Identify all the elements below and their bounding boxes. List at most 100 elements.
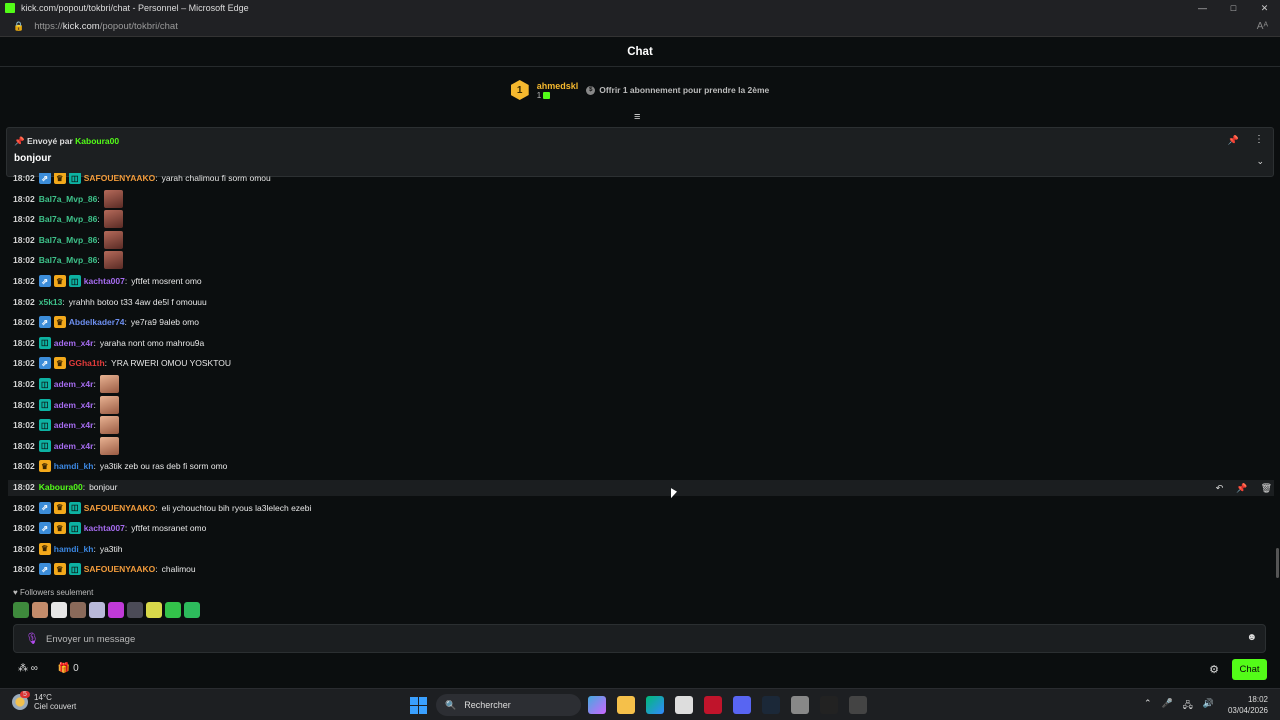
- copilot-icon[interactable]: [588, 696, 606, 714]
- chat-message-row[interactable]: 18:02 ⇗ ♛ ◫ kachta007: yftfet mosranet omo: [13, 520, 206, 536]
- chat-emote[interactable]: [99, 436, 119, 455]
- chat-emote[interactable]: [103, 230, 123, 249]
- file-explorer-icon[interactable]: [617, 696, 635, 714]
- vip-badge-icon[interactable]: ⇗: [38, 173, 51, 184]
- chat-message-row[interactable]: 18:02 ⇗ ♛ ◫ SAFOUENYAAKO: chalimou: [13, 561, 196, 577]
- volume-icon[interactable]: 🔊: [1203, 698, 1214, 714]
- crown-badge-icon[interactable]: ♛: [53, 275, 66, 287]
- pinned-author[interactable]: Kaboura00: [75, 136, 119, 146]
- message-username[interactable]: SAFOUENYAAKO: [84, 564, 155, 574]
- vip-badge-icon[interactable]: ⇗: [38, 316, 51, 329]
- vip-badge-icon[interactable]: ⇗: [38, 357, 51, 370]
- chat-message-row[interactable]: 18:02 ◫ adem_x4r:: [13, 416, 119, 435]
- message-username[interactable]: hamdi_kh: [54, 461, 94, 471]
- minimize-button[interactable]: —: [1187, 3, 1218, 14]
- message-username[interactable]: x5k13: [39, 297, 63, 307]
- emote-button[interactable]: [146, 602, 162, 618]
- emote-button[interactable]: [32, 602, 48, 618]
- read-aloud-icon[interactable]: Aᴬ: [1257, 21, 1268, 32]
- microphone-icon[interactable]: 🎙: [25, 632, 39, 645]
- chat-message-row[interactable]: 18:02 Bal7a_Mvp_86:: [13, 189, 123, 208]
- gifter-name[interactable]: ahmedskl: [537, 81, 579, 91]
- settings-app-icon[interactable]: [791, 696, 809, 714]
- chat-message-row[interactable]: 18:02 Bal7a_Mvp_86:: [13, 210, 123, 229]
- app-icon[interactable]: [849, 696, 867, 714]
- gifter-info[interactable]: ahmedskl 1: [537, 81, 579, 100]
- emote-button[interactable]: [70, 602, 86, 618]
- emote-button[interactable]: [13, 602, 29, 618]
- message-username[interactable]: Kaboura00: [39, 482, 83, 492]
- send-chat-button[interactable]: Chat: [1232, 659, 1267, 680]
- chat-message-row[interactable]: 18:02 ⇗ ♛ ◫ SAFOUENYAAKO: yarah chalimou fi s…: [13, 173, 271, 186]
- message-username[interactable]: kachta007: [84, 523, 125, 533]
- crown-badge-icon[interactable]: ♛: [53, 173, 66, 184]
- unpin-icon[interactable]: 📌: [1228, 135, 1239, 146]
- store-icon[interactable]: [675, 696, 693, 714]
- message-username[interactable]: Bal7a_Mvp_86: [39, 214, 98, 224]
- subscriber-badge-icon[interactable]: ◫: [68, 501, 81, 514]
- emote-picker-icon[interactable]: ☻: [1246, 632, 1257, 643]
- chat-message-row[interactable]: 18:02 ◫ adem_x4r:: [13, 395, 119, 414]
- subscriber-badge-icon[interactable]: ◫: [68, 173, 81, 184]
- chevron-down-icon[interactable]: ⌄: [1256, 156, 1264, 167]
- chat-message-row[interactable]: 18:02 ◫ adem_x4r: yaraha nont omo mahrou9a: [13, 335, 204, 351]
- more-options-icon[interactable]: ⋮: [1254, 134, 1264, 145]
- crown-badge-icon[interactable]: ♛: [53, 522, 66, 535]
- message-username[interactable]: Bal7a_Mvp_86: [39, 235, 98, 245]
- subscriber-badge-icon[interactable]: ◫: [68, 563, 81, 576]
- emote-button[interactable]: [127, 602, 143, 618]
- subscriber-badge-icon[interactable]: ◫: [38, 398, 51, 411]
- chat-scrollbar[interactable]: [1276, 548, 1279, 578]
- message-username[interactable]: hamdi_kh: [54, 544, 94, 554]
- address-bar[interactable]: 🔒 https://kick.com/popout/tokbri/chat Aᴬ: [0, 16, 1280, 37]
- subscriber-badge-icon[interactable]: ◫: [38, 419, 51, 432]
- maximize-button[interactable]: □: [1218, 3, 1249, 14]
- mic-tray-icon[interactable]: 🎤: [1162, 698, 1173, 714]
- crown-badge-icon[interactable]: ♛: [53, 563, 66, 576]
- chat-message-row[interactable]: 18:02 ♛ hamdi_kh: ya3tih: [13, 541, 123, 557]
- message-username[interactable]: SAFOUENYAAKO: [84, 503, 155, 513]
- chat-message-row[interactable]: 18:02 ◫ adem_x4r:: [13, 436, 119, 455]
- url-text[interactable]: https://kick.com/popout/tokbri/chat: [34, 21, 178, 32]
- crown-badge-icon[interactable]: ♛: [38, 542, 51, 555]
- gift-offer[interactable]: $ Offrir 1 abonnement pour prendre la 2è…: [586, 85, 769, 95]
- start-button[interactable]: [410, 697, 427, 714]
- message-username[interactable]: adem_x4r: [54, 338, 94, 348]
- chat-emote[interactable]: [103, 189, 123, 208]
- emote-button[interactable]: [89, 602, 105, 618]
- message-username[interactable]: Bal7a_Mvp_86: [39, 255, 98, 265]
- adobe-icon[interactable]: [704, 696, 722, 714]
- emote-button[interactable]: [165, 602, 181, 618]
- subscriber-badge-icon[interactable]: ◫: [38, 336, 51, 349]
- chat-emote[interactable]: [103, 251, 123, 270]
- chat-message-row[interactable]: 18:02 ⇗ ♛ ◫ SAFOUENYAAKO: eli ychouchtou bih …: [13, 500, 311, 516]
- chat-message-row[interactable]: 18:02 ♛ hamdi_kh: ya3tik zeb ou ras deb fi …: [13, 458, 227, 474]
- message-username[interactable]: kachta007: [84, 276, 125, 286]
- vip-badge-icon[interactable]: ⇗: [38, 522, 51, 535]
- kick-app-icon[interactable]: [820, 696, 838, 714]
- chat-emote[interactable]: [99, 416, 119, 435]
- message-username[interactable]: adem_x4r: [54, 400, 94, 410]
- message-username[interactable]: Abdelkader74: [69, 317, 125, 327]
- crown-badge-icon[interactable]: ♛: [53, 501, 66, 514]
- crown-badge-icon[interactable]: ♛: [53, 316, 66, 329]
- message-username[interactable]: adem_x4r: [54, 379, 94, 389]
- subscriber-badge-icon[interactable]: ◫: [38, 378, 51, 390]
- chat-message-row[interactable]: 18:02 Bal7a_Mvp_86:: [13, 251, 123, 270]
- collapse-filter-icon[interactable]: ≡: [634, 111, 640, 123]
- discord-icon[interactable]: [733, 696, 751, 714]
- chat-message-list[interactable]: 18:02 ⇗ ♛ ◫ SAFOUENYAAKO: yarah chalimou fi s…: [0, 173, 1276, 581]
- vip-badge-icon[interactable]: ⇗: [38, 563, 51, 576]
- chat-message-row[interactable]: 18:02 ⇗ ♛ GGha1th: YRA RWERI OMOU YOSKTOU: [13, 355, 231, 371]
- subscriber-badge-icon[interactable]: ◫: [38, 439, 51, 452]
- weather-widget[interactable]: 5 14°C Ciel couvert: [12, 691, 76, 711]
- tray-chevron-icon[interactable]: ⌃: [1144, 698, 1152, 714]
- emote-button[interactable]: [108, 602, 124, 618]
- chat-message-row[interactable]: 18:02 Kaboura00: bonjour: [13, 479, 117, 495]
- steam-icon[interactable]: [762, 696, 780, 714]
- vip-badge-icon[interactable]: ⇗: [38, 275, 51, 287]
- edge-icon[interactable]: [646, 696, 664, 714]
- settings-gear-icon[interactable]: ⚙: [1209, 663, 1219, 676]
- vip-badge-icon[interactable]: ⇗: [38, 501, 51, 514]
- emote-button[interactable]: [51, 602, 67, 618]
